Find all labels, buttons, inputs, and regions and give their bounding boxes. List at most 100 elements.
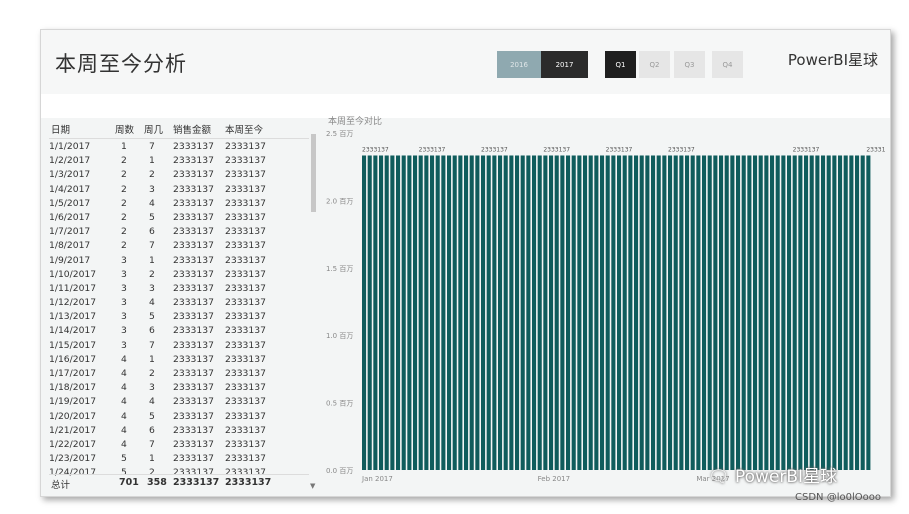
- chart-bar[interactable]: [775, 155, 780, 471]
- chart-bar[interactable]: [509, 155, 514, 471]
- chart-bar[interactable]: [713, 155, 718, 471]
- chart-bar[interactable]: [520, 155, 525, 471]
- quarter-q2-button[interactable]: Q2: [639, 51, 670, 78]
- year-2016-button[interactable]: 2016: [497, 51, 541, 78]
- chart-bar[interactable]: [821, 155, 826, 471]
- year-2017-button[interactable]: 2017: [541, 51, 588, 78]
- chart-bar[interactable]: [662, 155, 667, 471]
- chart-bar[interactable]: [362, 155, 367, 471]
- chart-bar[interactable]: [804, 155, 809, 471]
- chart-bar[interactable]: [815, 155, 820, 471]
- chart-bar[interactable]: [719, 155, 724, 471]
- chart-bar[interactable]: [645, 155, 650, 471]
- table-row[interactable]: 1/18/2017 4 3 2333137 2333137: [49, 381, 319, 395]
- chart-bar[interactable]: [464, 155, 469, 471]
- chart-bar[interactable]: [543, 155, 548, 471]
- table-row[interactable]: 1/8/2017 2 7 2333137 2333137: [49, 239, 319, 253]
- chart-bar[interactable]: [855, 155, 860, 471]
- chart-bar[interactable]: [792, 155, 797, 471]
- chart-bar[interactable]: [373, 155, 378, 471]
- chart-bar[interactable]: [498, 155, 503, 471]
- chart-bar[interactable]: [481, 155, 486, 471]
- table-row[interactable]: 1/17/2017 4 2 2333137 2333137: [49, 367, 319, 381]
- chart-bar[interactable]: [583, 155, 588, 471]
- chart-bar[interactable]: [407, 155, 412, 471]
- chart-bar[interactable]: [628, 155, 633, 471]
- chart-bar[interactable]: [611, 155, 616, 471]
- table-row[interactable]: 1/13/2017 3 5 2333137 2333137: [49, 310, 319, 324]
- chart-bar[interactable]: [430, 155, 435, 471]
- chart-bar[interactable]: [724, 155, 729, 471]
- chart-bar[interactable]: [554, 155, 559, 471]
- chart-bar[interactable]: [758, 155, 763, 471]
- chart-bar[interactable]: [730, 155, 735, 471]
- chart-bar[interactable]: [577, 155, 582, 471]
- quarter-q1-button[interactable]: Q1: [605, 51, 636, 78]
- table-row[interactable]: 1/15/2017 3 7 2333137 2333137: [49, 339, 319, 353]
- chart-bar[interactable]: [560, 155, 565, 471]
- chart-bar[interactable]: [617, 155, 622, 471]
- chart-bar[interactable]: [492, 155, 497, 471]
- chart-bar[interactable]: [860, 155, 865, 471]
- chart-bar[interactable]: [475, 155, 480, 471]
- chart-bar[interactable]: [798, 155, 803, 471]
- table-row[interactable]: 1/12/2017 3 4 2333137 2333137: [49, 296, 319, 310]
- chart-bar[interactable]: [594, 155, 599, 471]
- chart-bar[interactable]: [469, 155, 474, 471]
- scroll-down-icon[interactable]: ▼: [310, 482, 315, 490]
- table-row[interactable]: 1/21/2017 4 6 2333137 2333137: [49, 424, 319, 438]
- col-header-weekday[interactable]: 周几: [144, 122, 163, 136]
- chart-bar[interactable]: [379, 155, 384, 471]
- chart-bar[interactable]: [515, 155, 520, 471]
- chart-bar[interactable]: [838, 155, 843, 471]
- table-row[interactable]: 1/20/2017 4 5 2333137 2333137: [49, 410, 319, 424]
- table-row[interactable]: 1/5/2017 2 4 2333137 2333137: [49, 197, 319, 211]
- col-header-sales[interactable]: 销售金额: [173, 122, 211, 136]
- col-header-date[interactable]: 日期: [51, 122, 70, 136]
- chart-bar[interactable]: [702, 155, 707, 471]
- chart-bar[interactable]: [401, 155, 406, 471]
- table-row[interactable]: 1/16/2017 4 1 2333137 2333137: [49, 353, 319, 367]
- chart-bar[interactable]: [679, 155, 684, 471]
- table-row[interactable]: 1/11/2017 3 3 2333137 2333137: [49, 282, 319, 296]
- chart-bar[interactable]: [452, 155, 457, 471]
- chart-bar[interactable]: [418, 155, 423, 471]
- chart-bar[interactable]: [656, 155, 661, 471]
- table-row[interactable]: 1/4/2017 2 3 2333137 2333137: [49, 183, 319, 197]
- quarter-q4-button[interactable]: Q4: [712, 51, 743, 78]
- chart-bar[interactable]: [696, 155, 701, 471]
- chart-bar[interactable]: [826, 155, 831, 471]
- chart-bar[interactable]: [690, 155, 695, 471]
- quarter-q3-button[interactable]: Q3: [674, 51, 705, 78]
- chart-bar[interactable]: [668, 155, 673, 471]
- chart-bar[interactable]: [447, 155, 452, 471]
- col-header-wtd[interactable]: 本周至今: [225, 122, 263, 136]
- chart-bar[interactable]: [396, 155, 401, 471]
- table-row[interactable]: 1/1/2017 1 7 2333137 2333137: [49, 140, 319, 154]
- chart-bar[interactable]: [600, 155, 605, 471]
- table-row[interactable]: 1/7/2017 2 6 2333137 2333137: [49, 225, 319, 239]
- chart-bar[interactable]: [639, 155, 644, 471]
- chart-bar[interactable]: [566, 155, 571, 471]
- chart-bar[interactable]: [685, 155, 690, 471]
- chart-bar[interactable]: [549, 155, 554, 471]
- chart-bar[interactable]: [747, 155, 752, 471]
- chart-bar[interactable]: [503, 155, 508, 471]
- chart-bar[interactable]: [435, 155, 440, 471]
- table-row[interactable]: 1/23/2017 5 1 2333137 2333137: [49, 452, 319, 466]
- chart-bar[interactable]: [634, 155, 639, 471]
- chart-bar[interactable]: [424, 155, 429, 471]
- chart-bar[interactable]: [605, 155, 610, 471]
- chart-bar[interactable]: [781, 155, 786, 471]
- table-scrollbar[interactable]: ▼: [309, 118, 319, 492]
- chart-bar[interactable]: [486, 155, 491, 471]
- chart-bar[interactable]: [367, 155, 372, 471]
- chart-bar[interactable]: [809, 155, 814, 471]
- table-row[interactable]: 1/3/2017 2 2 2333137 2333137: [49, 168, 319, 182]
- chart-bar[interactable]: [741, 155, 746, 471]
- scrollbar-thumb[interactable]: [311, 134, 316, 212]
- chart-bar[interactable]: [390, 155, 395, 471]
- chart-bar[interactable]: [441, 155, 446, 471]
- chart-bar[interactable]: [866, 155, 871, 471]
- table-row[interactable]: 1/22/2017 4 7 2333137 2333137: [49, 438, 319, 452]
